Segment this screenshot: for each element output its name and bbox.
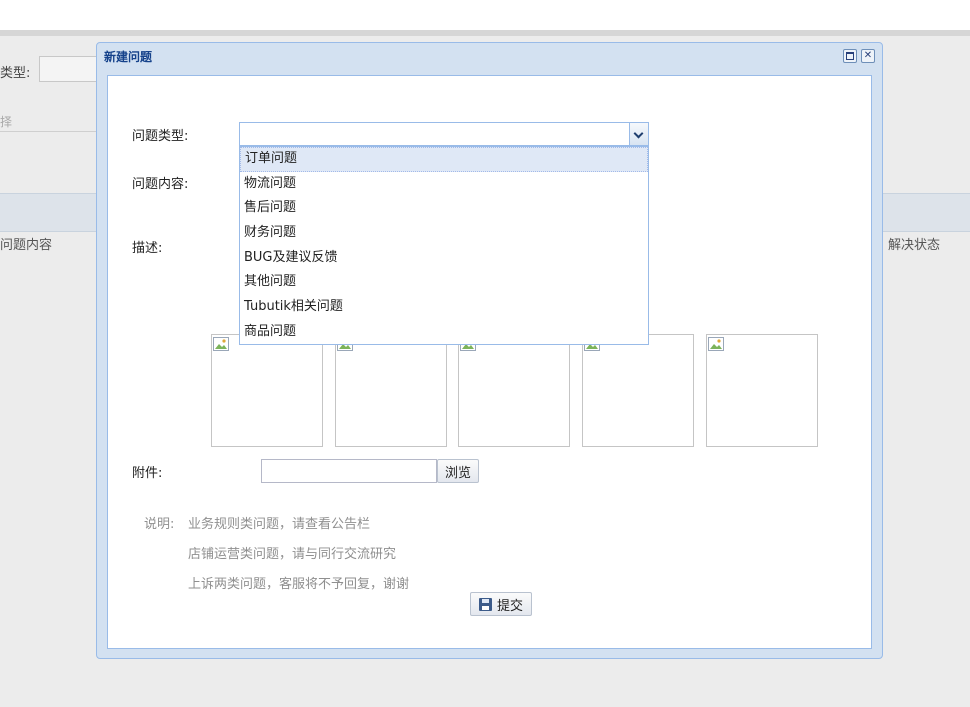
note-prefix: 说明:	[144, 517, 175, 532]
note-line: 上诉两类问题，客服将不予回复，谢谢	[188, 577, 410, 592]
submit-button[interactable]: 提交	[470, 592, 532, 616]
grid-column-header-status[interactable]: 解决状态	[888, 234, 940, 253]
filter-type-label: 类型:	[0, 66, 31, 81]
dropdown-option[interactable]: 其他问题	[240, 270, 648, 295]
dropdown-option[interactable]: 订单问题	[240, 147, 648, 172]
note-line: 店铺运营类问题，请与同行交流研究	[188, 547, 397, 562]
broken-image-icon	[213, 337, 229, 351]
grid-column-header-content[interactable]: 问题内容	[0, 234, 52, 253]
dropdown-option[interactable]: 财务问题	[240, 221, 648, 246]
browse-button[interactable]: 浏览	[437, 459, 479, 483]
close-icon[interactable]: ✕	[861, 49, 875, 63]
filter-hint-text: 择	[0, 115, 13, 129]
description-label: 描述:	[132, 241, 163, 256]
dropdown-option[interactable]: 售后问题	[240, 196, 648, 221]
image-slot[interactable]	[706, 334, 818, 447]
save-icon	[478, 597, 492, 611]
dropdown-option[interactable]: 物流问题	[240, 172, 648, 197]
maximize-icon[interactable]	[843, 49, 857, 63]
new-issue-window: 新建问题 ✕ 问题类型: 订单问题 物流问题 售后问题 财务问题 BUG及建议反…	[96, 42, 883, 659]
note-line: 业务规则类问题，请查看公告栏	[188, 517, 371, 532]
image-slot[interactable]	[582, 334, 694, 447]
issue-type-dropdown: 订单问题 物流问题 售后问题 财务问题 BUG及建议反馈 其他问题 Tubuti…	[239, 146, 649, 345]
issue-type-combobox[interactable]	[239, 122, 649, 146]
submit-button-label: 提交	[496, 598, 523, 614]
attachment-label: 附件:	[132, 466, 163, 481]
broken-image-icon	[708, 337, 724, 351]
divider	[0, 131, 100, 132]
image-slot[interactable]	[211, 334, 323, 447]
dropdown-option[interactable]: Tubutik相关问题	[240, 295, 648, 320]
window-title: 新建问题	[104, 50, 153, 64]
browse-button-label: 浏览	[444, 465, 471, 481]
chevron-down-icon[interactable]	[629, 123, 648, 145]
attachment-input[interactable]	[261, 459, 437, 483]
window-body: 问题类型: 订单问题 物流问题 售后问题 财务问题 BUG及建议反馈 其他问题 …	[107, 75, 872, 649]
image-slot[interactable]	[458, 334, 570, 447]
image-slot[interactable]	[335, 334, 447, 447]
dropdown-option[interactable]: 商品问题	[240, 320, 648, 345]
issue-content-label: 问题内容:	[132, 177, 189, 192]
issue-type-label: 问题类型:	[132, 129, 189, 144]
top-bar	[0, 0, 970, 30]
dropdown-option[interactable]: BUG及建议反馈	[240, 246, 648, 271]
